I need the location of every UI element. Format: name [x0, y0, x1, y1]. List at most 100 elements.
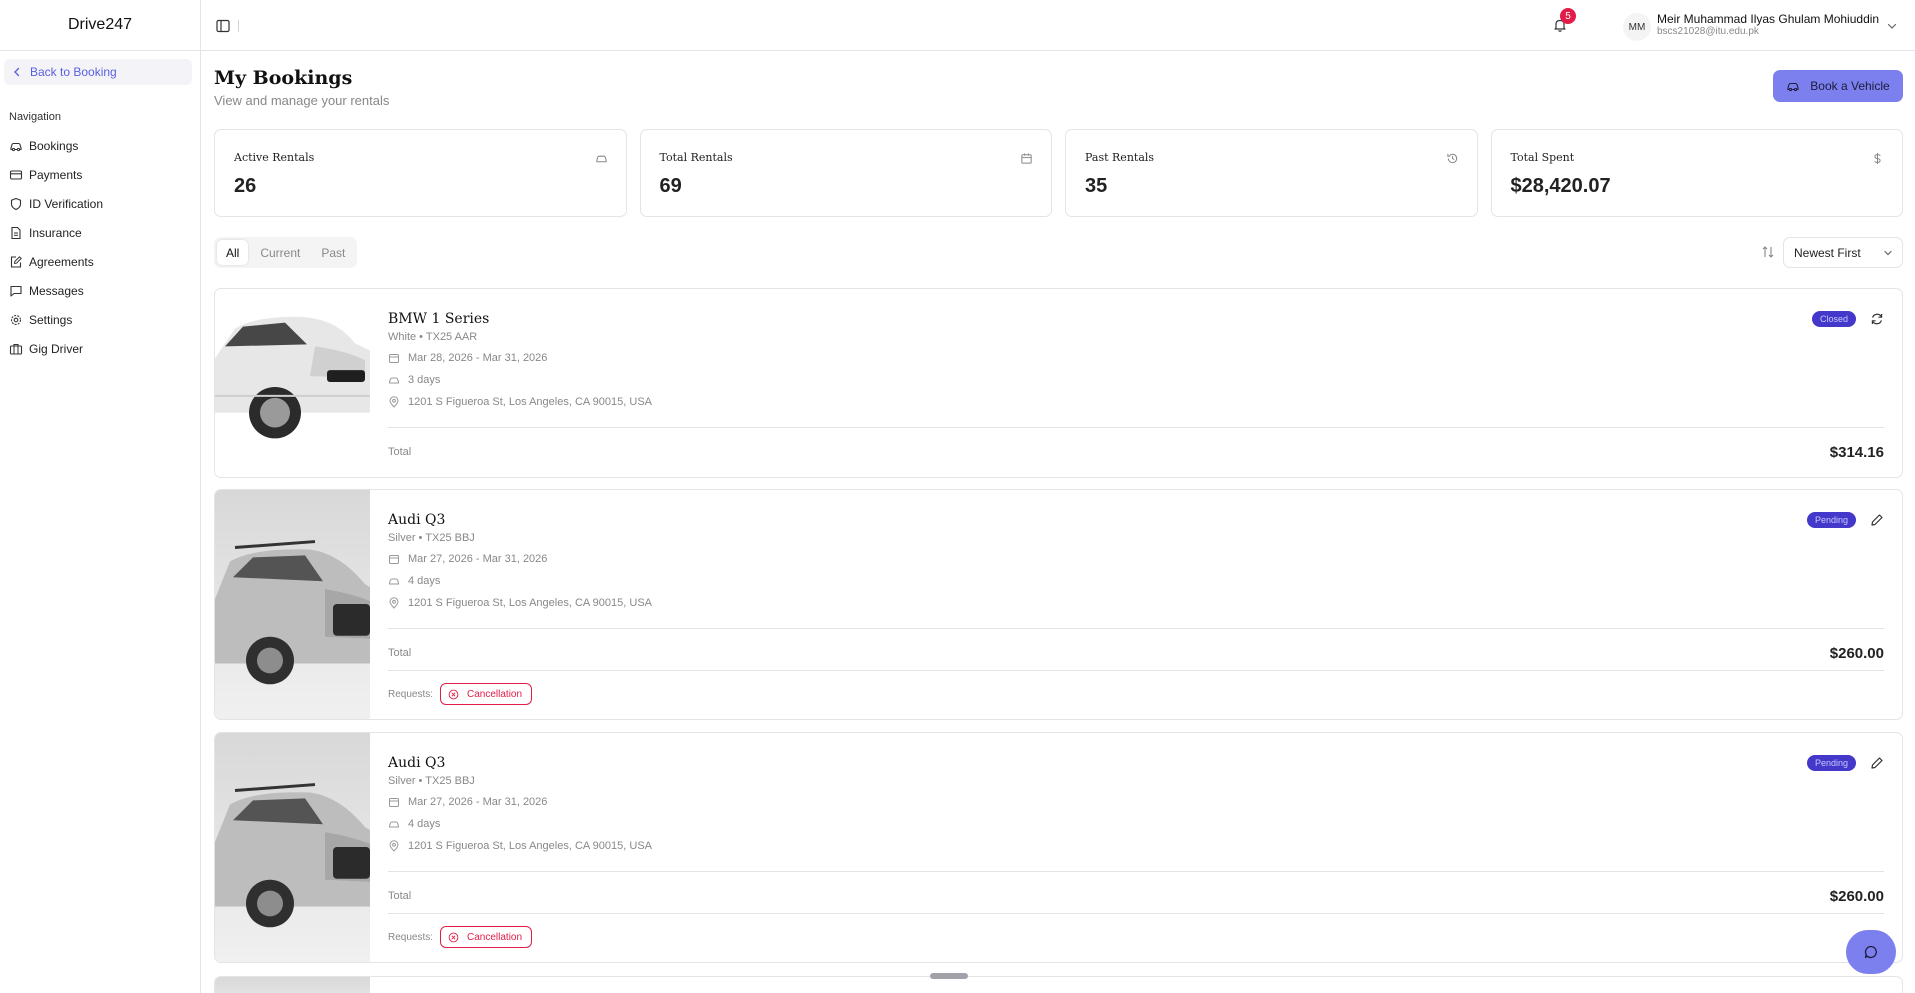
chevron-left-icon	[14, 67, 20, 77]
sidebar-item-label: Settings	[29, 312, 73, 327]
car-icon	[389, 821, 399, 828]
scroll-handle[interactable]	[930, 973, 968, 979]
car-photo-icon	[215, 540, 370, 685]
pencil-icon[interactable]	[1870, 513, 1884, 527]
rental-duration: 4 days	[408, 818, 441, 830]
rental-duration: 3 days	[408, 374, 441, 386]
user-name[interactable]: Meir Muhammad Ilyas Ghulam Mohiuddin	[1657, 12, 1879, 26]
sidebar-item-label: ID Verification	[29, 196, 104, 211]
sidebar-item-settings[interactable]: Settings	[0, 305, 200, 334]
stat-label: Past Rentals	[1085, 151, 1155, 164]
stat-card-past-rentals: Past Rentals 35	[1065, 129, 1478, 217]
sort-select[interactable]: Newest First	[1783, 237, 1903, 268]
tab-past[interactable]: Past	[312, 240, 354, 265]
total-label: Total	[388, 890, 412, 902]
sidebar-item-bookings[interactable]: Bookings	[0, 131, 200, 160]
cancellation-request-chip[interactable]: Cancellation	[440, 926, 533, 948]
x-circle-icon	[448, 932, 459, 942]
rental-dates-row: Mar 27, 2026 - Mar 31, 2026	[388, 796, 547, 808]
car-name[interactable]: Audi Q3	[388, 755, 445, 771]
header-separator	[238, 20, 239, 32]
cancellation-request-chip[interactable]: Cancellation	[440, 683, 533, 705]
car-color-plate: Silver • TX25 BBJ	[388, 775, 475, 787]
car-image	[215, 490, 370, 719]
nav-section-title: Navigation	[9, 111, 61, 123]
sidebar-item-label: Gig Driver	[29, 341, 84, 356]
booking-card[interactable]: Audi Q3 Silver • TX25 BBJ Mar 27, 2026 -…	[214, 489, 1903, 720]
pickup-address: 1201 S Figueroa St, Los Angeles, CA 9001…	[408, 396, 652, 408]
brand-logo[interactable]: Drive247	[0, 0, 200, 51]
filter-tabs: All Current Past	[214, 237, 358, 268]
sidebar-item-id-verification[interactable]: ID Verification	[0, 189, 200, 218]
car-name[interactable]: BMW 1 Series	[388, 311, 489, 327]
car-color-plate: White • TX25 AAR	[388, 331, 478, 343]
rental-duration-row: 4 days	[388, 818, 440, 830]
car-photo-icon	[215, 783, 370, 928]
total-label: Total	[388, 446, 412, 458]
main-content: My Bookings View and manage your rentals…	[201, 51, 1915, 993]
gear-icon	[10, 314, 22, 325]
stat-value: $28,420.07	[1510, 175, 1611, 197]
x-circle-icon	[448, 689, 459, 699]
page-subtitle: View and manage your rentals	[214, 93, 390, 108]
calendar-icon	[1021, 153, 1032, 164]
stat-label: Total Spent	[1510, 151, 1575, 164]
sidebar-item-gig-driver[interactable]: Gig Driver	[0, 334, 200, 363]
status-badge: Pending	[1806, 755, 1856, 771]
stats-row: Active Rentals 26 Total Rentals 69 Past …	[214, 129, 1903, 217]
back-to-booking-link[interactable]: Back to Booking	[4, 59, 192, 85]
notification-count-badge: 5	[1560, 8, 1576, 24]
car-color-plate: Silver • TX25 BBJ	[388, 532, 475, 544]
chat-icon	[1864, 945, 1877, 959]
map-pin-icon	[389, 840, 399, 852]
tab-current[interactable]: Current	[251, 240, 309, 265]
booking-details: Audi Q3 Silver • TX25 BBJ Mar 27, 2026 -…	[388, 490, 1902, 719]
stat-value: 26	[234, 175, 257, 197]
top-bar: 5 MM Meir Muhammad Ilyas Ghulam Mohiuddi…	[201, 0, 1915, 51]
avatar[interactable]: MM	[1623, 13, 1651, 41]
card-divider	[388, 913, 1884, 914]
app-root: Drive247 Back to Booking Navigation Book…	[0, 0, 1915, 993]
sidebar-item-payments[interactable]: Payments	[0, 160, 200, 189]
rental-dates: Mar 27, 2026 - Mar 31, 2026	[408, 553, 548, 565]
sidebar-item-agreements[interactable]: Agreements	[0, 247, 200, 276]
refresh-icon[interactable]	[1870, 312, 1884, 326]
pickup-address-row: 1201 S Figueroa St, Los Angeles, CA 9001…	[388, 840, 652, 852]
tab-all[interactable]: All	[217, 240, 249, 265]
chevron-down-icon[interactable]	[1885, 19, 1899, 33]
card-divider	[388, 427, 1884, 428]
car-name[interactable]: Audi Q3	[388, 512, 445, 528]
stat-label: Total Rentals	[659, 151, 733, 164]
sidebar-item-label: Messages	[29, 283, 84, 298]
card-divider	[388, 628, 1884, 629]
sidebar-item-label: Agreements	[29, 254, 94, 269]
status-badge: Pending	[1806, 512, 1856, 528]
booking-card[interactable]: Audi Q3 Silver • TX25 BBJ Mar 27, 2026 -…	[214, 732, 1903, 963]
booking-card[interactable]	[214, 976, 1903, 993]
car-image	[215, 289, 370, 477]
stat-card-active-rentals: Active Rentals 26	[214, 129, 627, 217]
sidebar: Drive247 Back to Booking Navigation Book…	[0, 0, 201, 993]
rental-duration: 4 days	[408, 575, 441, 587]
book-vehicle-button[interactable]: Book a Vehicle	[1773, 70, 1903, 102]
total-price: $314.16	[1829, 444, 1884, 461]
sidebar-item-messages[interactable]: Messages	[0, 276, 200, 305]
booking-details: BMW 1 Series White • TX25 AAR Mar 28, 20…	[388, 289, 1902, 477]
booking-card[interactable]: BMW 1 Series White • TX25 AAR Mar 28, 20…	[214, 288, 1903, 478]
sidebar-item-insurance[interactable]: Insurance	[0, 218, 200, 247]
page-title: My Bookings	[214, 67, 353, 89]
pickup-address: 1201 S Figueroa St, Los Angeles, CA 9001…	[408, 840, 652, 852]
pickup-address-row: 1201 S Figueroa St, Los Angeles, CA 9001…	[388, 597, 652, 609]
sidebar-toggle-icon[interactable]	[215, 18, 231, 34]
card-divider	[388, 670, 1884, 671]
book-vehicle-label: Book a Vehicle	[1810, 79, 1890, 93]
status-badge: Closed	[1811, 311, 1856, 327]
pencil-icon[interactable]	[1870, 756, 1884, 770]
booking-details: Audi Q3 Silver • TX25 BBJ Mar 27, 2026 -…	[388, 733, 1902, 962]
calendar-icon	[389, 354, 399, 363]
chat-button[interactable]	[1846, 930, 1896, 974]
total-price: $260.00	[1829, 888, 1884, 905]
rental-dates: Mar 28, 2026 - Mar 31, 2026	[408, 352, 548, 364]
car-icon	[10, 142, 22, 151]
sort-icon[interactable]	[1761, 245, 1775, 259]
